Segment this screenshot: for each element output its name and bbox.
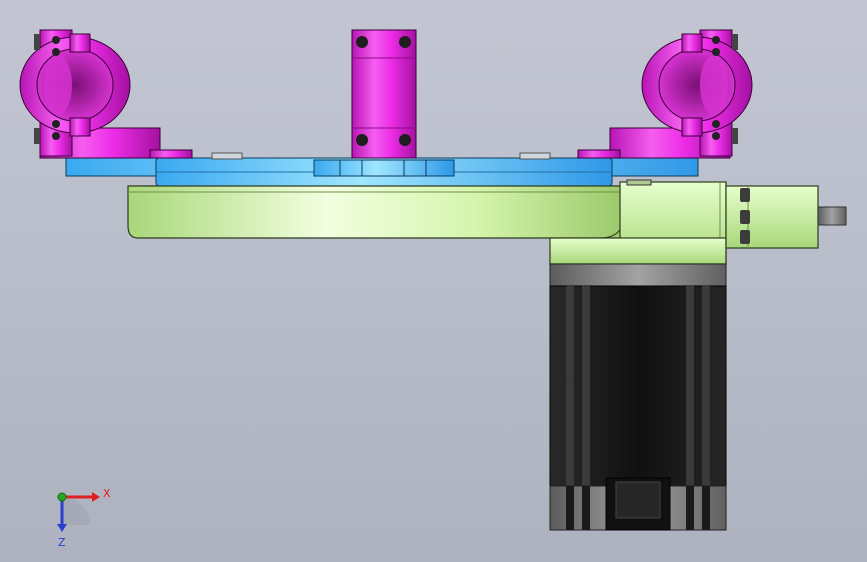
cad-viewport[interactable]: X Z	[0, 0, 867, 562]
right-tube-clamp	[577, 29, 753, 159]
left-tube-clamp	[19, 29, 193, 159]
center-tube-clamp	[351, 29, 417, 159]
green-base-housing	[127, 179, 727, 265]
x-axis-label: X	[103, 487, 111, 500]
orientation-triad: X Z	[57, 487, 111, 549]
assembly-model: X Z	[19, 29, 847, 549]
gearbox-block	[725, 185, 847, 249]
y-axis-dot	[57, 492, 67, 502]
stepper-motor	[549, 263, 727, 531]
z-axis-label: Z	[58, 536, 66, 549]
